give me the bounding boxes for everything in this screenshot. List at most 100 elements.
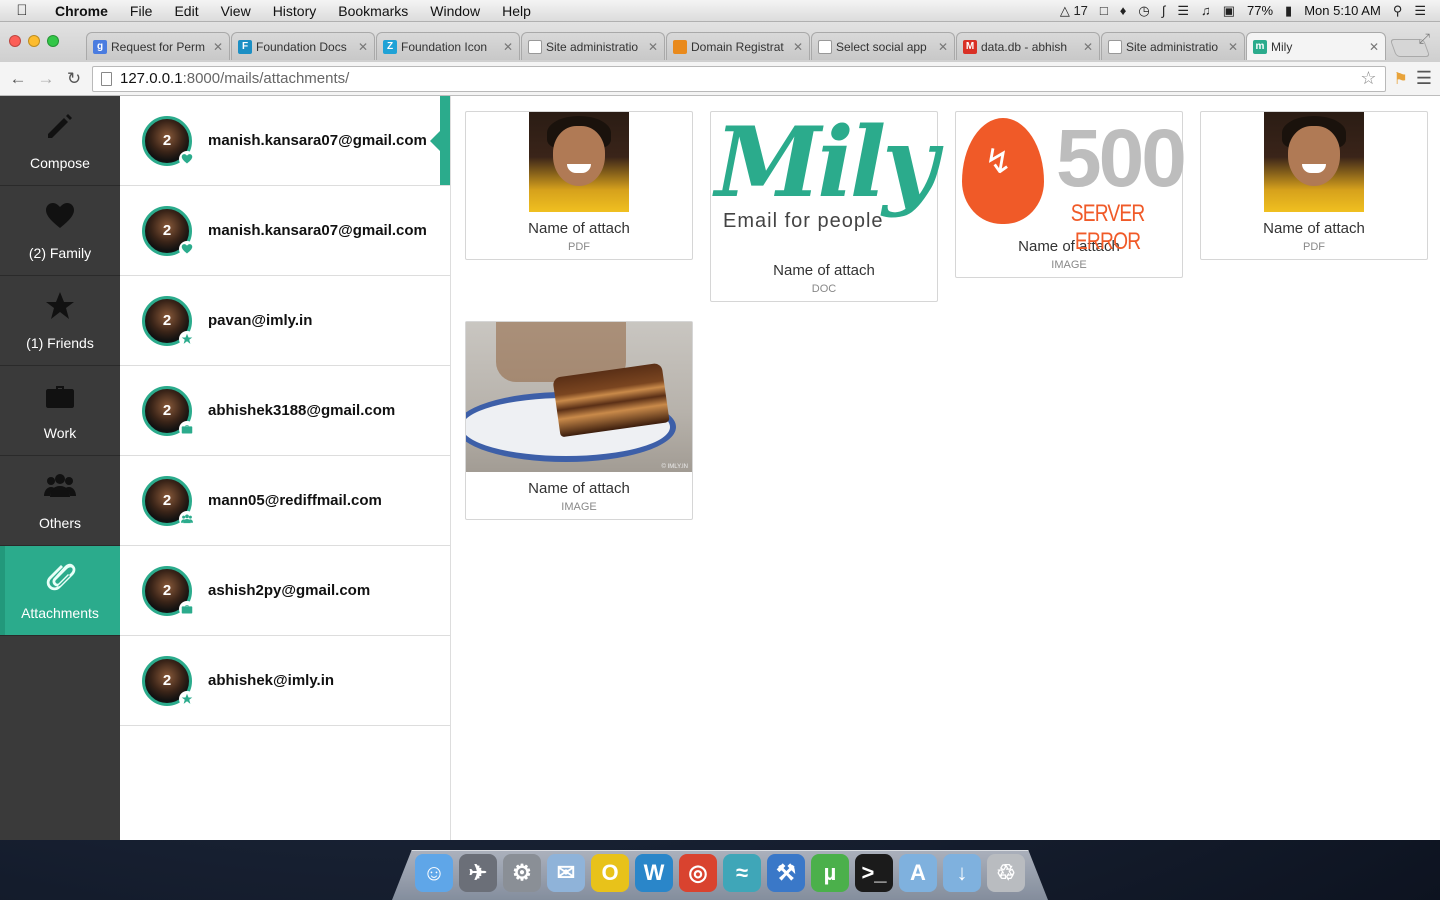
downloads-folder-icon[interactable]: ↓ bbox=[943, 854, 981, 892]
chrome-menu-icon[interactable]: ☰ bbox=[1416, 68, 1432, 89]
heart-icon bbox=[44, 200, 76, 235]
tab-favicon-icon: M bbox=[963, 39, 977, 54]
battery-icon[interactable]: ▮ bbox=[1285, 3, 1292, 19]
mail-count: 2 bbox=[162, 672, 172, 689]
browser-tab[interactable]: g Request for Perm ✕ bbox=[86, 32, 230, 60]
applications-folder-icon[interactable]: A bbox=[899, 854, 937, 892]
tab-close-icon[interactable]: ✕ bbox=[648, 40, 658, 54]
browser-tab[interactable]: Domain Registrat ✕ bbox=[666, 32, 810, 60]
menu-bookmarks[interactable]: Bookmarks bbox=[327, 3, 419, 19]
address-bar[interactable]: 127.0.0.1:8000/mails/attachments/ ☆ bbox=[92, 65, 1386, 92]
terminal-icon[interactable]: >_ bbox=[855, 854, 893, 892]
mail-row[interactable]: 2 abhishek@imly.in bbox=[120, 636, 450, 726]
browser-tab[interactable]: Site administratio ✕ bbox=[1101, 32, 1245, 60]
launchpad-icon[interactable]: ✈ bbox=[459, 854, 497, 892]
tab-close-icon[interactable]: ✕ bbox=[503, 40, 513, 54]
briefcase-icon bbox=[44, 380, 76, 415]
reload-icon[interactable]: ↻ bbox=[64, 69, 84, 89]
screenshot-icon[interactable]: □ bbox=[1100, 3, 1108, 18]
fullscreen-icon[interactable]: ⤢ bbox=[1419, 30, 1430, 47]
tab-close-icon[interactable]: ✕ bbox=[358, 40, 368, 54]
mail-row[interactable]: 2 ashish2py@gmail.com bbox=[120, 546, 450, 636]
mail-row[interactable]: 2 manish.kansara07@gmail.com bbox=[120, 96, 450, 186]
notification-center-icon[interactable]: ☰ bbox=[1414, 3, 1426, 19]
tab-close-icon[interactable]: ✕ bbox=[1369, 40, 1379, 54]
browser-tab[interactable]: Select social app ✕ bbox=[811, 32, 955, 60]
mail-row[interactable]: 2 pavan@imly.in bbox=[120, 276, 450, 366]
volume-icon[interactable]: ♫ bbox=[1201, 3, 1211, 18]
mail-row[interactable]: 2 abhishek3188@gmail.com bbox=[120, 366, 450, 456]
tab-close-icon[interactable]: ✕ bbox=[213, 40, 223, 54]
wifi-icon[interactable]: ☰ bbox=[1177, 3, 1189, 19]
menu-view[interactable]: View bbox=[210, 3, 262, 19]
tab-close-icon[interactable]: ✕ bbox=[793, 40, 803, 54]
battery-percent[interactable]: 77% bbox=[1247, 3, 1273, 18]
mail-icon[interactable]: ✉ bbox=[547, 854, 585, 892]
apple-menu-icon[interactable]:  bbox=[0, 2, 44, 19]
sender-email: manish.kansara07@gmail.com bbox=[208, 132, 427, 149]
minimize-window-button[interactable] bbox=[28, 35, 40, 47]
clock[interactable]: Mon 5:10 AM bbox=[1304, 3, 1381, 18]
attachment-card[interactable]: Name of attach PDF bbox=[1200, 111, 1428, 260]
browser-tab[interactable]: m Mily ✕ bbox=[1246, 32, 1386, 60]
menu-help[interactable]: Help bbox=[491, 3, 542, 19]
adobe-icon[interactable]: △ 17 bbox=[1060, 3, 1088, 19]
browser-tab[interactable]: Mdata.db - abhish ✕ bbox=[956, 32, 1100, 60]
instruments-icon[interactable]: ≈ bbox=[723, 854, 761, 892]
bookmark-star-icon[interactable]: ☆ bbox=[1360, 68, 1376, 89]
xcode-icon[interactable]: ⚒ bbox=[767, 854, 805, 892]
input-source-icon[interactable]: ▣ bbox=[1223, 3, 1235, 19]
menu-file[interactable]: File bbox=[119, 3, 164, 19]
nav-item-paperclip[interactable]: Attachments bbox=[0, 546, 120, 636]
attachment-card[interactable]: © IMLY.IN Name of attach IMAGE bbox=[465, 321, 693, 520]
photo-watermark: © IMLY.IN bbox=[661, 464, 688, 470]
zoom-window-button[interactable] bbox=[47, 35, 59, 47]
browser-tab[interactable]: Site administratio ✕ bbox=[521, 32, 665, 60]
nav-item-heart[interactable]: (2) Family bbox=[0, 186, 120, 276]
mail-count: 2 bbox=[162, 492, 172, 509]
back-arrow-icon[interactable]: ← bbox=[8, 69, 28, 89]
bluetooth-icon[interactable]: ∫ bbox=[1162, 3, 1166, 18]
avatar: 2 bbox=[142, 655, 195, 707]
menu-app-chrome[interactable]: Chrome bbox=[44, 3, 119, 19]
tab-close-icon[interactable]: ✕ bbox=[1083, 40, 1093, 54]
mail-row[interactable]: 2 manish.kansara07@gmail.com bbox=[120, 186, 450, 276]
attachment-card[interactable]: Name of attach PDF bbox=[465, 111, 693, 260]
nav-item-pencil[interactable]: Compose bbox=[0, 96, 120, 186]
time-machine-icon[interactable]: ◷ bbox=[1138, 3, 1149, 19]
left-nav: Compose (2) Family (1) Friends Work Others At… bbox=[0, 96, 120, 840]
attachment-card[interactable]: ↯ 500 SERVER ERROR Name of attach IMAGE bbox=[955, 111, 1187, 278]
menu-window[interactable]: Window bbox=[419, 3, 491, 19]
menu-history[interactable]: History bbox=[262, 3, 328, 19]
attachment-card[interactable]: Mily Email for people Name of attach DOC bbox=[710, 106, 938, 302]
crack-icon: ↯ bbox=[984, 143, 1013, 181]
nav-item-briefcase[interactable]: Work bbox=[0, 366, 120, 456]
browser-tab[interactable]: F Foundation Docs ✕ bbox=[231, 32, 375, 60]
browser-tab[interactable]: Z Foundation Icon ✕ bbox=[376, 32, 520, 60]
mail-row[interactable]: 2 mann05@rediffmail.com bbox=[120, 456, 450, 546]
nav-item-star[interactable]: (1) Friends bbox=[0, 276, 120, 366]
tab-close-icon[interactable]: ✕ bbox=[1228, 40, 1238, 54]
menu-edit[interactable]: Edit bbox=[163, 3, 209, 19]
star-badge-icon bbox=[179, 690, 195, 707]
forward-arrow-icon[interactable]: → bbox=[36, 69, 56, 89]
briefcase-badge-icon bbox=[179, 600, 195, 617]
finder-icon[interactable]: ☺ bbox=[415, 854, 453, 892]
error-message: SERVER ERROR bbox=[1070, 200, 1146, 255]
spotlight-search-icon[interactable]: ⚲ bbox=[1393, 3, 1403, 19]
close-window-button[interactable] bbox=[9, 35, 21, 47]
avatar: 2 bbox=[142, 205, 195, 257]
chrome-icon[interactable]: ◎ bbox=[679, 854, 717, 892]
trash-icon[interactable]: ♲ bbox=[987, 854, 1025, 892]
opera-icon[interactable]: O bbox=[591, 854, 629, 892]
tab-close-icon[interactable]: ✕ bbox=[938, 40, 948, 54]
nav-item-people[interactable]: Others bbox=[0, 456, 120, 546]
mail-list: 2 manish.kansara07@gmail.com 2 manish.kansa… bbox=[120, 96, 451, 840]
evernote-icon[interactable]: ♦ bbox=[1120, 3, 1127, 18]
extension-icon[interactable]: ⚑ bbox=[1394, 69, 1408, 89]
wordpress-icon[interactable]: W bbox=[635, 854, 673, 892]
utorrent-icon[interactable]: µ bbox=[811, 854, 849, 892]
system-preferences-icon[interactable]: ⚙ bbox=[503, 854, 541, 892]
sender-email: ashish2py@gmail.com bbox=[208, 582, 371, 599]
tab-favicon-icon bbox=[528, 39, 542, 54]
